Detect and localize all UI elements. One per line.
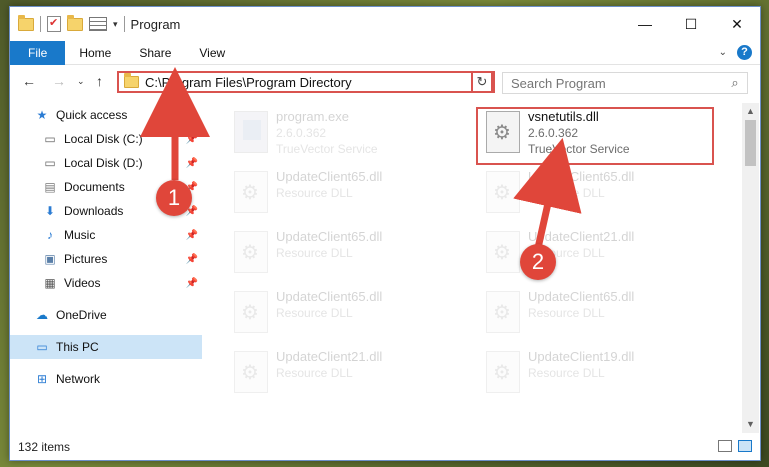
- step-2-badge: 2: [520, 244, 556, 280]
- annotation-arrows: [140, 67, 582, 249]
- step2-arrow: [513, 137, 582, 249]
- step-1-badge: 1: [156, 180, 192, 216]
